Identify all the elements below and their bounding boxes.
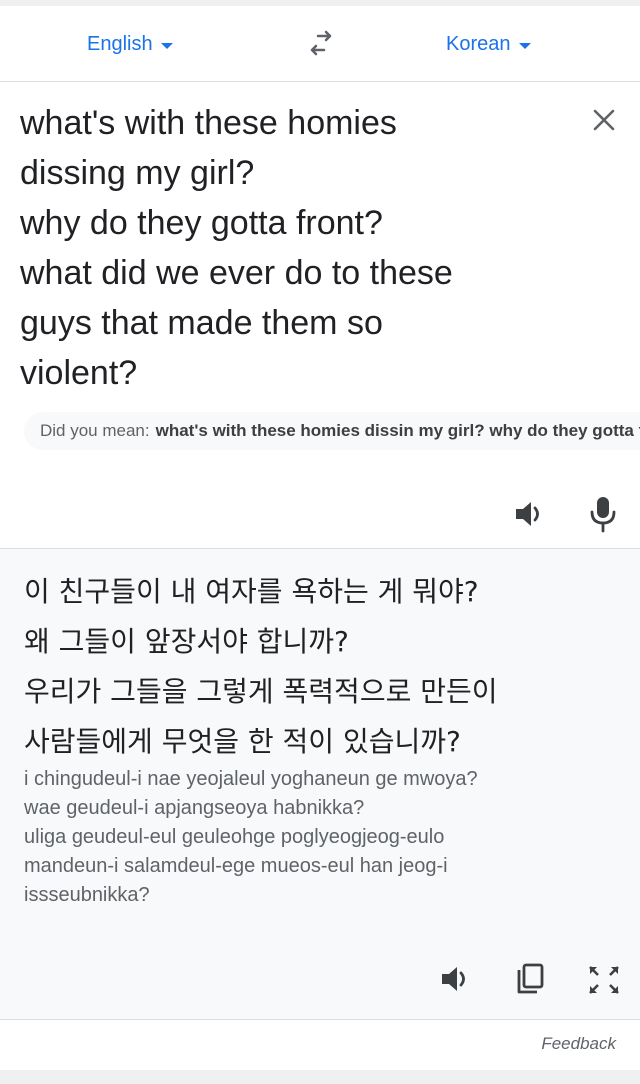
swap-arrows-icon [310,30,332,56]
caret-down-icon [518,42,531,49]
translation-panel: 이 친구들이 내 여자를 욕하는 게 뭐야? 왜 그들이 앞장서야 합니까? 우… [0,549,640,1020]
voice-input-button[interactable] [588,494,618,534]
translation-line: 우리가 그들을 그렇게 폭력적으로 만든이 [24,675,498,708]
copy-icon [517,963,544,994]
caret-down-icon [160,42,173,49]
source-listen-button[interactable] [512,496,548,532]
translation-text: 이 친구들이 내 여자를 욕하는 게 뭐야? 왜 그들이 앞장서야 합니까? 우… [24,567,624,767]
copy-translation-button[interactable] [514,961,548,997]
close-icon [593,109,615,131]
source-line: why do they gotta front? [20,204,383,242]
did-you-mean-label: Did you mean: [40,421,150,440]
target-language-selector[interactable]: Korean [446,28,531,60]
romanization-text: i chingudeul-i nae yeojaleul yoghaneun g… [24,765,624,910]
fullscreen-icon [589,966,619,994]
speaker-icon [516,502,539,526]
source-text-input[interactable]: what's with these homies dissing my girl… [20,98,560,398]
did-you-mean-suggestion[interactable]: Did you mean: what's with these homies di… [24,412,640,450]
source-line: violent? [20,354,138,392]
fullscreen-button[interactable] [586,963,622,997]
did-you-mean-text: what's with these homies dissin my girl?… [155,421,640,440]
translation-line: 왜 그들이 앞장서야 합니까? [24,625,349,658]
target-language-label: Korean [446,32,511,55]
source-line: what's with these homies [20,104,397,142]
translation-line: 이 친구들이 내 여자를 욕하는 게 뭐야? [24,575,479,608]
bottom-strip [0,1070,640,1084]
romanization-line: issseubnikka? [24,884,150,906]
romanization-line: wae geudeul-i apjangseoya habnikka? [24,797,365,819]
source-line: dissing my girl? [20,154,255,192]
source-panel: what's with these homies dissing my girl… [0,82,640,549]
source-line: what did we ever do to these [20,254,453,292]
feedback-link[interactable]: Feedback [541,1034,616,1054]
source-language-selector[interactable]: English [87,28,173,60]
source-line: guys that made them so [20,304,383,342]
translation-listen-button[interactable] [438,961,474,997]
romanization-line: mandeun-i salamdeul-ege mueos-eul han je… [24,855,448,877]
romanization-line: i chingudeul-i nae yeojaleul yoghaneun g… [24,768,478,790]
source-language-label: English [87,32,153,55]
clear-text-button[interactable] [588,104,620,136]
romanization-line: uliga geudeul-eul geuleohge poglyeogjeog… [24,826,445,848]
translation-line: 사람들에게 무엇을 한 적이 있습니까? [24,725,461,758]
language-bar: English Korean [0,6,640,82]
swap-languages-button[interactable] [304,28,338,60]
speaker-icon [442,967,465,991]
microphone-icon [590,497,616,533]
